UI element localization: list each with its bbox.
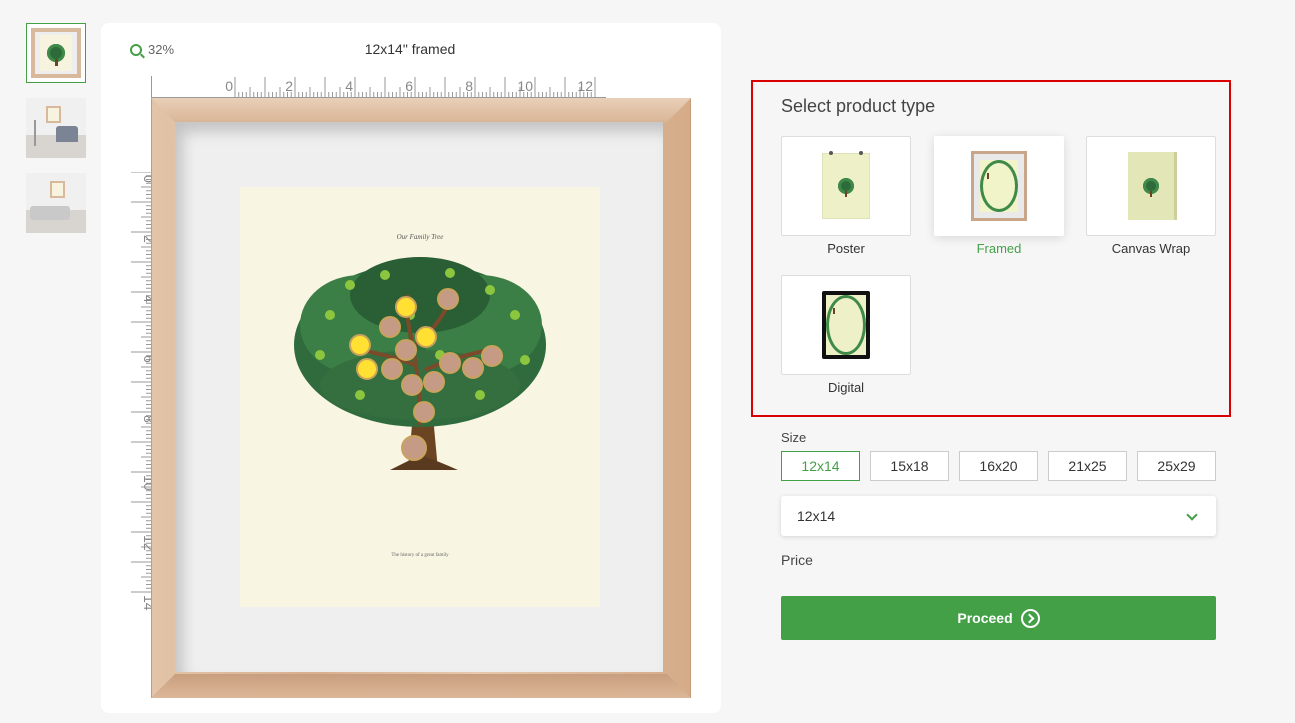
zoom-level: 32% xyxy=(148,42,175,57)
product-type-framed[interactable]: Framed xyxy=(934,136,1064,256)
canvas-wrap-label: Canvas Wrap xyxy=(1111,241,1191,256)
proceed-label: Proceed xyxy=(957,610,1013,626)
ruler-label: 10 xyxy=(517,78,533,94)
ruler-label: 8 xyxy=(465,78,473,94)
size-option-15x18[interactable]: 15x18 xyxy=(870,451,949,481)
preview-size-title: 12x14" framed xyxy=(364,41,456,57)
price-label: Price xyxy=(781,552,813,568)
size-option-25x29[interactable]: 25x29 xyxy=(1137,451,1216,481)
product-type-poster[interactable]: Poster xyxy=(781,136,911,256)
product-type-digital[interactable]: Digital xyxy=(781,275,911,395)
ruler-label: 6 xyxy=(405,78,413,94)
thumbnail-room-sofa[interactable] xyxy=(26,173,86,233)
ruler-vertical: 02468101214 xyxy=(131,172,152,611)
ruler-label: 4 xyxy=(345,78,353,94)
digital-tile xyxy=(781,275,911,375)
framed-label: Framed xyxy=(976,241,1022,256)
framed-icon xyxy=(971,151,1027,221)
arrow-right-circle-icon xyxy=(1020,608,1040,628)
zoom-indicator[interactable]: 32% xyxy=(130,42,174,57)
canvas-icon xyxy=(1128,152,1174,220)
ruler-label: 2 xyxy=(285,78,293,94)
thumbnail-room-image xyxy=(26,98,86,158)
thumbnail-framed[interactable] xyxy=(26,23,86,83)
size-option-16x20[interactable]: 16x20 xyxy=(959,451,1038,481)
artwork-title: Our Family Tree xyxy=(396,233,444,241)
product-type-title: Select product type xyxy=(781,96,936,116)
digital-label: Digital xyxy=(827,380,865,395)
size-dropdown-value: 12x14 xyxy=(797,508,836,524)
poster-tile xyxy=(781,136,911,236)
chevron-down-icon xyxy=(1186,509,1198,521)
family-tree-illustration xyxy=(294,257,546,470)
artwork: Our Family Tree The history of a great f… xyxy=(240,187,600,607)
frame-mat: Our Family Tree The history of a great f… xyxy=(175,122,663,672)
frame-preview: Our Family Tree The history of a great f… xyxy=(151,98,691,698)
size-dropdown[interactable]: 12x14 xyxy=(781,496,1216,536)
poster-label: Poster xyxy=(827,241,865,256)
zoom-icon xyxy=(130,43,142,56)
size-label: Size xyxy=(781,430,807,445)
framed-tile xyxy=(934,136,1064,236)
digital-icon xyxy=(822,291,870,359)
size-option-12x14[interactable]: 12x14 xyxy=(781,451,860,481)
ruler-label: 12 xyxy=(577,78,593,94)
ruler-horizontal: 0 2 4 6 8 10 12 xyxy=(225,77,596,97)
poster-icon xyxy=(822,151,870,219)
thumbnail-room-image xyxy=(26,173,86,233)
thumbnail-room-chair[interactable] xyxy=(26,98,86,158)
thumbnail-frame-image xyxy=(31,28,81,78)
canvas-tile xyxy=(1086,136,1216,236)
ruler-label: 0 xyxy=(225,78,233,94)
size-option-21x25[interactable]: 21x25 xyxy=(1048,451,1127,481)
proceed-button[interactable]: Proceed xyxy=(781,596,1216,640)
artwork-subtitle: The history of a great family xyxy=(391,553,449,558)
product-type-canvas-wrap[interactable]: Canvas Wrap xyxy=(1086,136,1216,256)
